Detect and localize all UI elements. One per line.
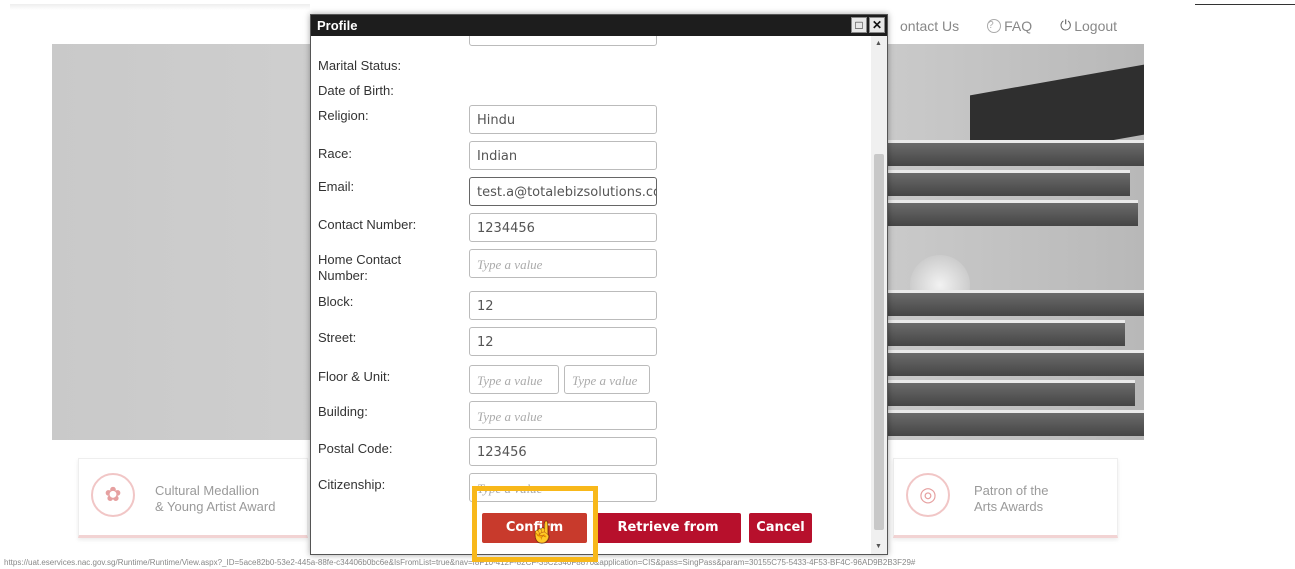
- label-line: Home Contact: [318, 252, 402, 267]
- top-divider: [1195, 4, 1295, 5]
- award-text: Patron of the Arts Awards: [974, 483, 1048, 515]
- scroll-down-icon[interactable]: ▼: [875, 543, 882, 550]
- label-citizenship: Citizenship:: [318, 477, 386, 492]
- top-nav: ontact Us ? FAQ ⏻ Logout: [900, 17, 1117, 34]
- dialog-title: Profile: [317, 18, 358, 33]
- dialog-header: Profile □ ✕: [311, 15, 887, 36]
- trophy-icon: ◎: [906, 473, 950, 517]
- label-race: Race:: [318, 146, 352, 161]
- scroll-thumb[interactable]: [874, 154, 884, 530]
- label-floor-unit: Floor & Unit:: [318, 369, 391, 384]
- question-icon: ?: [987, 18, 1002, 33]
- award-title-line2: Arts Awards: [974, 499, 1044, 514]
- hand-cursor-icon: ☝: [530, 522, 555, 544]
- label-date-of-birth: Date of Birth:: [318, 83, 394, 98]
- label-contact-number: Contact Number:: [318, 217, 417, 232]
- building-field[interactable]: Type a value: [469, 401, 657, 430]
- label-home-contact-number: Home Contact Number:: [318, 252, 401, 284]
- label-line: Number:: [318, 268, 368, 283]
- postal-code-field[interactable]: 123456: [469, 437, 657, 466]
- label-postal-code: Postal Code:: [318, 441, 393, 456]
- race-field[interactable]: Indian: [469, 141, 657, 170]
- page: ontact Us ? FAQ ⏻ Logout ✿ Cultural Medall…: [0, 0, 1295, 569]
- scroll-up-icon[interactable]: ▲: [875, 40, 882, 47]
- contact-number-field[interactable]: 1234456: [469, 213, 657, 242]
- book: [880, 170, 1130, 196]
- nav-contact-us[interactable]: ontact Us: [900, 17, 959, 34]
- floor-field[interactable]: Type a value: [469, 365, 559, 394]
- award-card-patron-arts[interactable]: ◎ Patron of the Arts Awards: [893, 458, 1118, 538]
- nav-logout-label: Logout: [1074, 17, 1118, 34]
- top-shadow: [10, 4, 310, 10]
- power-icon: ⏻: [1060, 17, 1072, 33]
- book: [880, 350, 1144, 376]
- nav-contact-us-label: ontact Us: [900, 17, 960, 34]
- home-contact-number-field[interactable]: Type a value: [469, 249, 657, 278]
- award-title-line2: & Young Artist Award: [155, 499, 276, 514]
- book: [880, 200, 1138, 226]
- nav-faq-label: FAQ: [1004, 17, 1033, 34]
- book: [880, 380, 1135, 406]
- block-field[interactable]: 12: [469, 291, 657, 320]
- dialog-scrollbar[interactable]: ▲ ▼: [871, 36, 887, 554]
- book: [880, 290, 1144, 316]
- label-email: Email:: [318, 179, 355, 194]
- book: [880, 320, 1125, 346]
- retrieve-myinfo-button[interactable]: Retrieve from MyInfo: [595, 513, 741, 554]
- award-card-cultural-medallion[interactable]: ✿ Cultural Medallion & Young Artist Awar…: [78, 458, 308, 538]
- close-icon[interactable]: ✕: [869, 17, 885, 33]
- book: [880, 410, 1144, 436]
- label-street: Street:: [318, 330, 357, 345]
- label-marital-status: Marital Status:: [318, 58, 402, 73]
- partial-field[interactable]: [469, 36, 657, 46]
- medallion-icon: ✿: [91, 473, 135, 517]
- profile-dialog: Profile □ ✕ Marital Status: Date of Birt…: [310, 14, 888, 555]
- dialog-body: Marital Status: Date of Birth: Religion:…: [311, 36, 871, 554]
- label-block: Block:: [318, 294, 354, 309]
- unit-field[interactable]: Type a value: [564, 365, 650, 394]
- books-image: [880, 60, 1144, 440]
- email-field[interactable]: test.a@totalebizsolutions.co: [469, 177, 657, 206]
- book: [880, 140, 1144, 166]
- award-text: Cultural Medallion & Young Artist Award: [155, 483, 275, 515]
- label-building: Building:: [318, 404, 368, 419]
- nav-faq[interactable]: ? FAQ: [987, 17, 1032, 34]
- cancel-button[interactable]: Cancel: [749, 513, 812, 543]
- maximize-icon[interactable]: □: [851, 17, 867, 33]
- award-title-line1: Cultural Medallion: [155, 483, 260, 498]
- label-religion: Religion:: [318, 108, 369, 123]
- nav-logout[interactable]: ⏻ Logout: [1060, 17, 1117, 34]
- religion-field[interactable]: Hindu: [469, 105, 657, 134]
- award-title-line1: Patron of the: [974, 483, 1049, 498]
- street-field[interactable]: 12: [469, 327, 657, 356]
